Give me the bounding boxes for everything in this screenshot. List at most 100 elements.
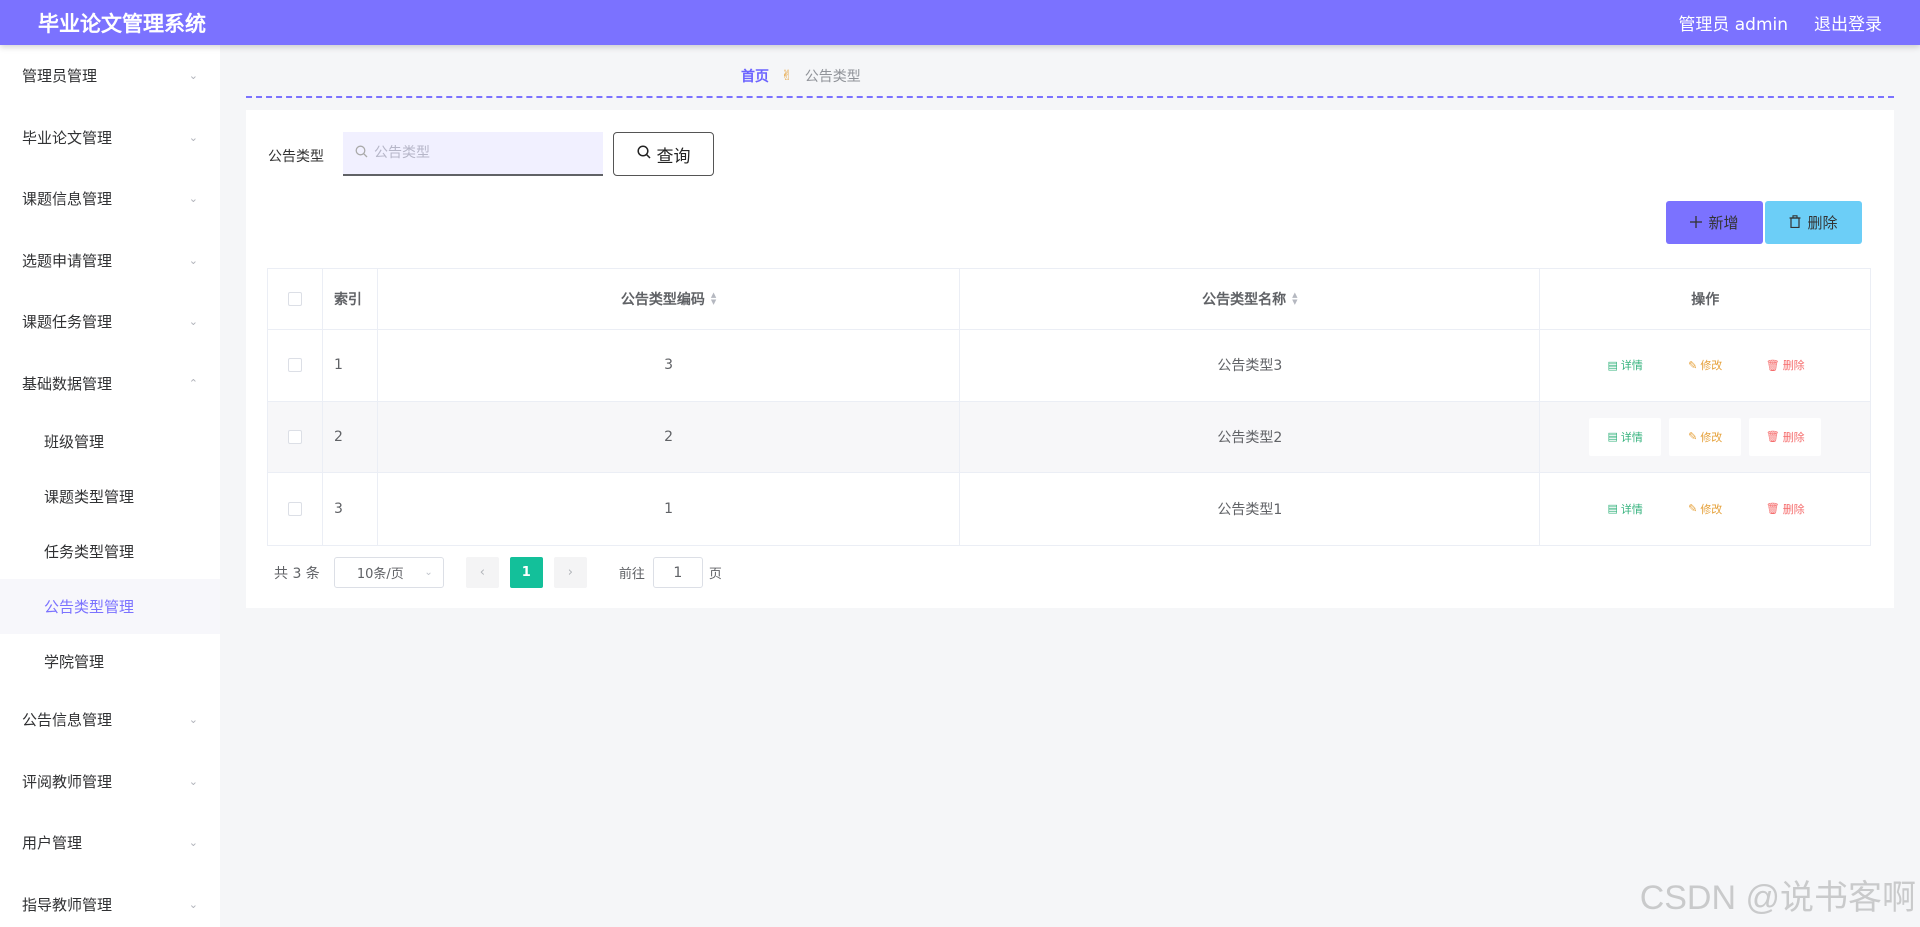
chevron-down-icon: ⌄ [188,130,198,144]
table-row: 2 2 公告类型2 ▤ 详情 ✎ 修改 🗑 删除 [268,401,1870,473]
header-name[interactable]: 公告类型名称 ▲ ▼ [960,269,1541,329]
sidebar-item-label: 课题信息管理 [22,190,113,209]
cell-ops: ▤ 详情 ✎ 修改 🗑 删除 [1540,330,1870,401]
delete-button-label: 删除 [1782,359,1805,373]
select-all-checkbox[interactable] [287,292,302,306]
cell-ops: ▤ 详情 ✎ 修改 🗑 删除 [1540,402,1870,473]
chevron-down-icon: ⌄ [188,897,198,911]
sidebar-item-label: 指导教师管理 [22,895,113,914]
search-input[interactable] [374,145,574,161]
header-ops: 操作 [1691,292,1720,308]
edit-icon: ✎ [1688,430,1698,444]
header-code[interactable]: 公告类型编码 ▲ ▼ [378,269,961,329]
sidebar-item-topic-task[interactable]: 课题任务管理 ⌄ [0,291,220,353]
next-page-button[interactable]: › [553,557,587,588]
sidebar-item-users[interactable]: 用户管理 ⌄ [0,812,220,874]
chevron-up-icon: ⌃ [188,376,198,390]
header-name-label: 公告类型名称 [1202,292,1287,308]
sidebar-item-label: 管理员管理 [22,67,98,86]
breadcrumb-current: 公告类型 [804,69,861,85]
logout-link[interactable]: 退出登录 [1814,10,1882,35]
delete-button[interactable]: 🗑 删除 [1749,490,1821,528]
sort-icon[interactable]: ▲ ▼ [711,292,716,306]
submenu-item-notice-type[interactable]: 公告类型管理 [0,579,220,634]
page-number-current[interactable]: 1 [509,557,543,588]
sidebar-item-label: 毕业论文管理 [22,128,113,147]
document-icon: ▤ [1607,358,1618,372]
sidebar-item-topic-info[interactable]: 课题信息管理 ⌄ [0,168,220,230]
edit-button[interactable]: ✎ 修改 [1669,346,1741,384]
sidebar-item-notice-info[interactable]: 公告信息管理 ⌄ [0,689,220,751]
delete-button[interactable]: 🗑 删除 [1749,346,1821,384]
sidebar-item-topic-apply[interactable]: 选题申请管理 ⌄ [0,230,220,292]
page-unit-label: 页 [708,567,722,582]
header-code-label: 公告类型编码 [620,292,705,308]
page-size-select[interactable]: 10条/页 ⌄ [333,557,444,588]
delete-button[interactable]: 🗑 删除 [1749,417,1822,456]
detail-button-label: 详情 [1620,430,1643,444]
sidebar-item-thesis[interactable]: 毕业论文管理 ⌄ [0,107,220,169]
breadcrumb-divider [246,96,1894,98]
query-button-label: 查询 [656,146,691,167]
sort-icon[interactable]: ▲ ▼ [1292,292,1297,306]
sidebar-item-reviewer[interactable]: 评阅教师管理 ⌄ [0,751,220,813]
detail-button[interactable]: ▤ 详情 [1589,417,1662,456]
breadcrumb-home[interactable]: 首页 [741,66,769,86]
edit-button[interactable]: ✎ 修改 [1669,490,1741,528]
detail-button[interactable]: ▤ 详情 [1589,490,1661,528]
cell-name: 公告类型2 [960,401,1541,472]
cell-code: 2 [378,401,961,472]
prev-page-button[interactable]: ‹ [465,557,499,588]
edit-button-label: 修改 [1700,359,1723,373]
query-button[interactable]: 查询 [613,132,714,176]
app-title: 毕业论文管理系统 [38,11,206,36]
chevron-down-icon: ⌄ [188,69,198,83]
page-size-value: 10条/页 [356,567,404,582]
batch-delete-button-label: 删除 [1807,214,1838,232]
cell-index: 1 [323,330,378,401]
trash-icon: 🗑 [1765,430,1780,444]
sidebar-item-base-data[interactable]: 基础数据管理 ⌃ [0,353,220,415]
table-row: 1 3 公告类型3 ▤ 详情 ✎ 修改 🗑 删除 [268,330,1870,402]
goto-label: 前往 [618,567,645,582]
edit-button-label: 修改 [1700,502,1723,516]
search-box[interactable] [343,132,603,176]
plus-icon [1690,214,1703,232]
chevron-down-icon: ⌄ [188,713,198,727]
search-icon [636,144,651,164]
add-button[interactable]: 新增 [1666,201,1763,244]
batch-delete-button[interactable]: 删除 [1765,201,1862,244]
document-icon: ▤ [1607,430,1618,444]
submenu-item-task-type[interactable]: 任务类型管理 [0,524,220,579]
search-icon [355,145,368,162]
pagination: 共 3 条 10条/页 ⌄ ‹ 1 › 前往 页 [274,557,722,588]
cell-code: 1 [378,473,961,545]
row-checkbox[interactable] [287,358,302,373]
user-label: 管理员 admin [1678,15,1788,35]
submenu-item-class[interactable]: 班级管理 [0,414,220,469]
row-checkbox[interactable] [287,429,302,444]
submenu-item-college[interactable]: 学院管理 [0,634,220,689]
chevron-down-icon: ⌄ [424,567,433,578]
edit-icon: ✎ [1688,358,1698,372]
top-bar: 毕业论文管理系统 管理员 admin 退出登录 [0,0,1920,45]
detail-button-label: 详情 [1620,359,1643,373]
sidebar-item-advisor[interactable]: 指导教师管理 ⌄ [0,874,220,927]
trash-icon: 🗑 [1765,358,1780,372]
detail-button[interactable]: ▤ 详情 [1589,346,1661,384]
edit-button[interactable]: ✎ 修改 [1669,417,1742,456]
delete-button-label: 删除 [1782,502,1805,516]
data-table: 索引 公告类型编码 ▲ ▼ 公告类型名称 ▲ ▼ 操作 1 3 公告类型3 ▤ 详情 … [267,268,1871,546]
goto-page-input[interactable] [652,557,703,588]
sidebar-item-label: 公告信息管理 [22,711,113,730]
trash-icon [1789,214,1801,232]
chevron-down-icon: ⌄ [188,836,198,850]
table-row: 3 1 公告类型1 ▤ 详情 ✎ 修改 🗑 删除 [268,473,1870,545]
chevron-right-icon: › [567,565,573,580]
row-checkbox[interactable] [287,501,302,516]
sidebar-item-admin[interactable]: 管理员管理 ⌄ [0,45,220,107]
add-button-label: 新增 [1708,214,1739,232]
chevron-down-icon: ⌄ [188,315,198,329]
submenu-item-topic-type[interactable]: 课题类型管理 [0,469,220,524]
cell-code: 3 [378,330,961,401]
